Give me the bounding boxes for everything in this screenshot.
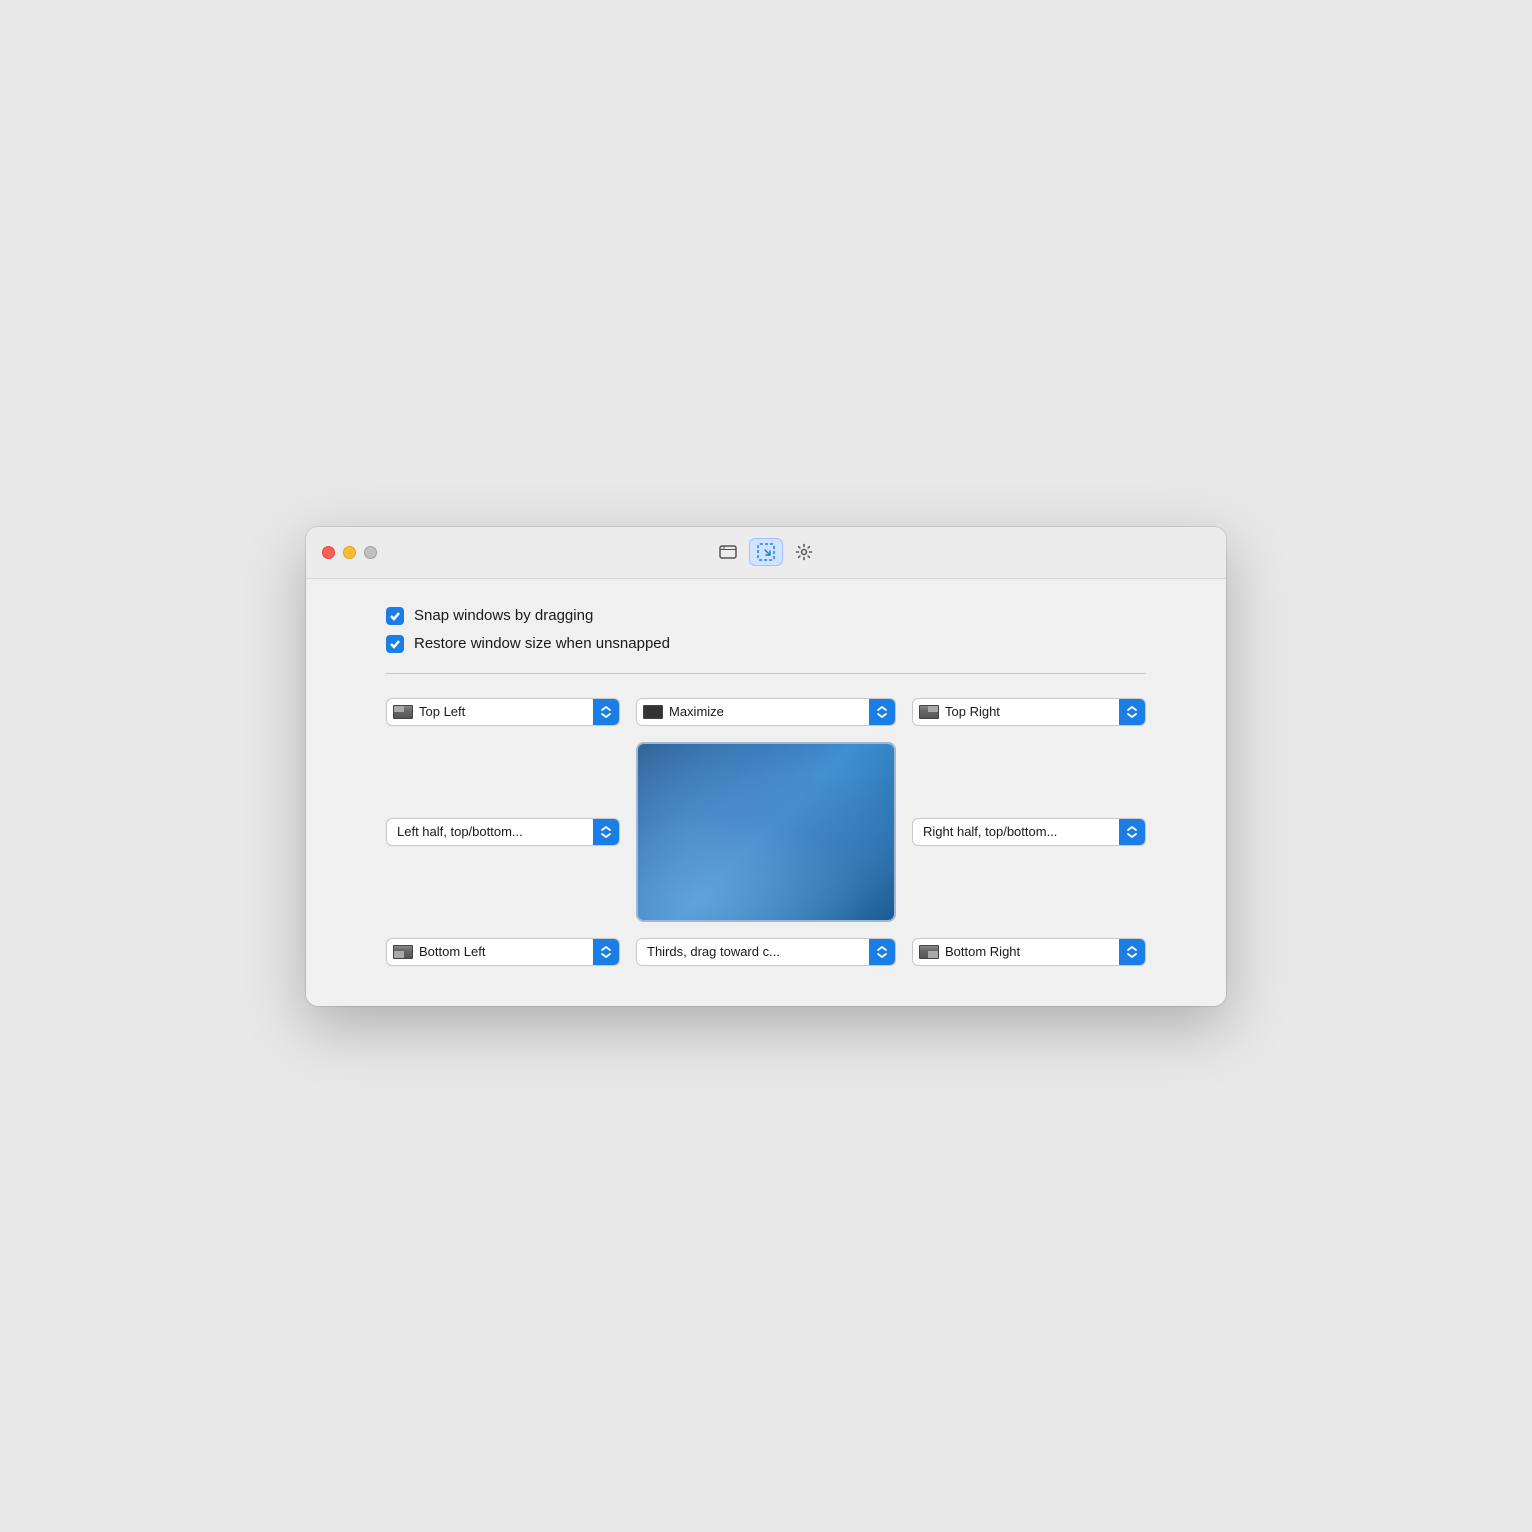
window-icon	[719, 545, 737, 559]
minimize-button[interactable]	[343, 546, 356, 559]
maximize-arrow[interactable]	[869, 698, 895, 726]
content-area: Snap windows by dragging Restore window …	[306, 579, 1226, 1006]
divider	[386, 673, 1146, 674]
restore-size-label: Restore window size when unsnapped	[414, 635, 670, 652]
thirds-label: Thirds, drag toward c...	[643, 944, 869, 959]
top-left-dropdown[interactable]: Top Left	[386, 698, 620, 726]
top-left-arrow[interactable]	[593, 698, 619, 726]
bottom-right-icon	[919, 945, 939, 959]
thirds-dropdown[interactable]: Thirds, drag toward c...	[636, 938, 896, 966]
chevron-updown-icon	[599, 705, 613, 719]
top-right-arrow[interactable]	[1119, 698, 1145, 726]
chevron-updown-icon-2	[875, 705, 889, 719]
thirds-arrow[interactable]	[869, 938, 895, 966]
top-right-label: Top Right	[945, 704, 1119, 719]
chevron-updown-icon-4	[599, 825, 613, 839]
chevron-updown-icon-6	[599, 945, 613, 959]
snap-grid: Top Left Maximize Top Right	[386, 698, 1146, 966]
preview-area	[636, 742, 896, 922]
chevron-updown-icon-5	[1125, 825, 1139, 839]
toolbar	[711, 538, 821, 566]
left-half-arrow[interactable]	[593, 818, 619, 846]
top-left-icon	[393, 705, 413, 719]
gear-icon	[795, 543, 813, 561]
checkboxes-section: Snap windows by dragging Restore window …	[386, 607, 1146, 653]
traffic-lights	[322, 546, 377, 559]
snap-drag-row: Snap windows by dragging	[386, 607, 1146, 625]
main-window: Snap windows by dragging Restore window …	[306, 527, 1226, 1006]
zoom-button[interactable]	[364, 546, 377, 559]
right-half-dropdown[interactable]: Right half, top/bottom...	[912, 818, 1146, 846]
snap-drag-label: Snap windows by dragging	[414, 607, 593, 624]
gear-tab-button[interactable]	[787, 538, 821, 566]
bottom-right-label: Bottom Right	[945, 944, 1119, 959]
bottom-left-icon	[393, 945, 413, 959]
window-tab-button[interactable]	[711, 538, 745, 566]
close-button[interactable]	[322, 546, 335, 559]
bottom-left-dropdown[interactable]: Bottom Left	[386, 938, 620, 966]
left-half-dropdown[interactable]: Left half, top/bottom...	[386, 818, 620, 846]
right-half-arrow[interactable]	[1119, 818, 1145, 846]
snap-drag-checkbox[interactable]	[386, 607, 404, 625]
snap-icon	[757, 543, 775, 561]
top-left-label: Top Left	[419, 704, 593, 719]
maximize-dropdown[interactable]: Maximize	[636, 698, 896, 726]
left-half-label: Left half, top/bottom...	[393, 824, 593, 839]
top-right-dropdown[interactable]: Top Right	[912, 698, 1146, 726]
right-half-label: Right half, top/bottom...	[919, 824, 1119, 839]
restore-size-checkbox[interactable]	[386, 635, 404, 653]
chevron-updown-icon-3	[1125, 705, 1139, 719]
snap-tab-button[interactable]	[749, 538, 783, 566]
titlebar	[306, 527, 1226, 579]
restore-size-row: Restore window size when unsnapped	[386, 635, 1146, 653]
maximize-icon	[643, 705, 663, 719]
wallpaper-preview	[638, 744, 894, 920]
chevron-updown-icon-8	[1125, 945, 1139, 959]
bottom-left-label: Bottom Left	[419, 944, 593, 959]
top-right-icon	[919, 705, 939, 719]
bottom-left-arrow[interactable]	[593, 938, 619, 966]
chevron-updown-icon-7	[875, 945, 889, 959]
maximize-label: Maximize	[669, 704, 869, 719]
bottom-right-dropdown[interactable]: Bottom Right	[912, 938, 1146, 966]
bottom-right-arrow[interactable]	[1119, 938, 1145, 966]
